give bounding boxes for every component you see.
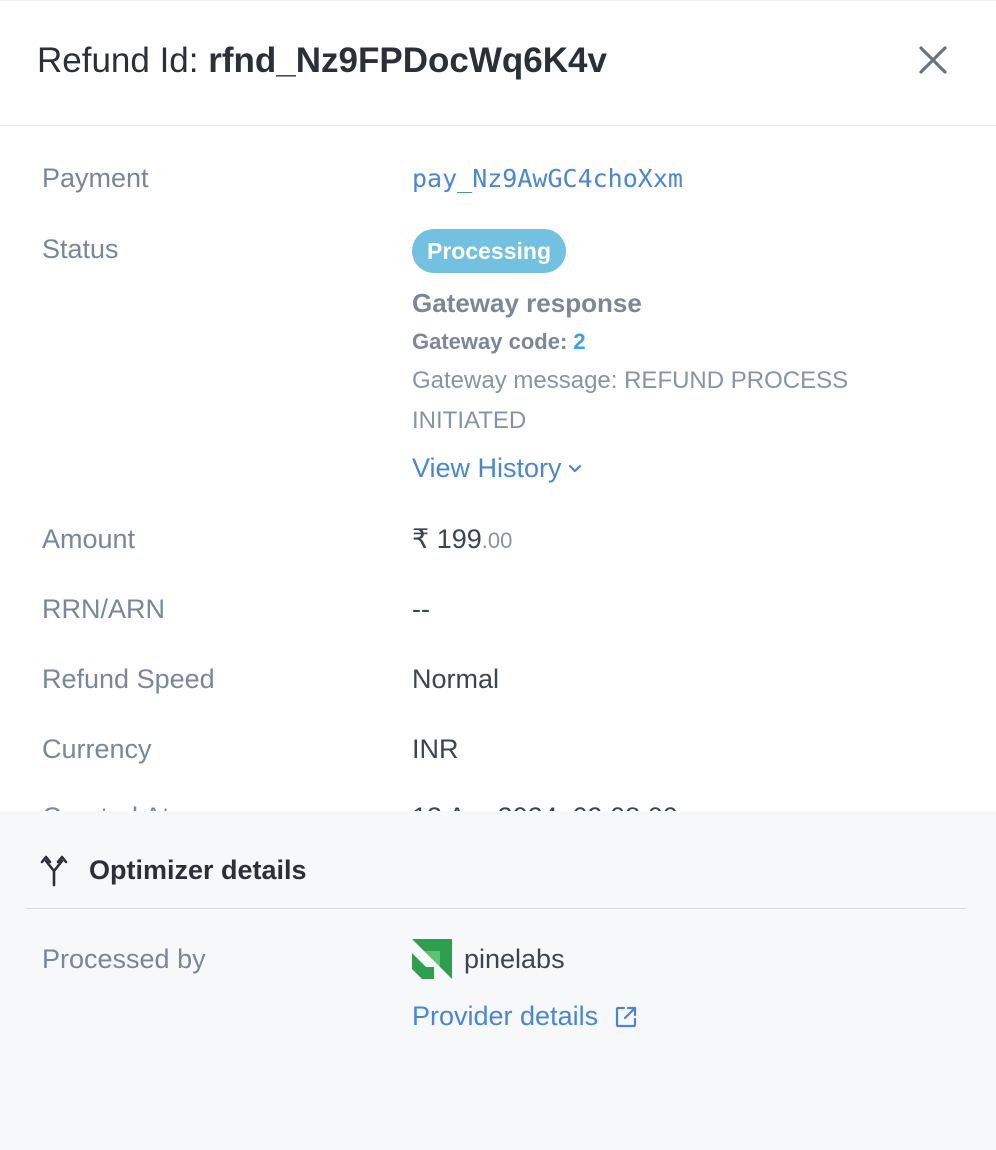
amount-whole: 199 (436, 524, 482, 554)
rrn-value: -- (412, 594, 430, 624)
close-icon (919, 46, 947, 74)
refund-speed-value: Normal (412, 664, 500, 694)
external-link-icon (615, 1006, 637, 1027)
optimizer-panel: Optimizer details Processed by pinelabs … (0, 811, 996, 1150)
gateway-code-label: Gateway code: (412, 329, 568, 354)
payment-link[interactable]: pay_Nz9AwGC4choXxm (412, 164, 683, 193)
currency-label: Currency (42, 734, 152, 764)
refund-details: Payment pay_Nz9AwGC4choXxm Status Proces… (0, 126, 996, 811)
provider: pinelabs (412, 939, 565, 979)
close-button[interactable] (912, 39, 954, 81)
created-at-row: Created At 13 Apr 2024, 09:08:00 (0, 802, 996, 811)
optimizer-header: Optimizer details (26, 841, 966, 909)
optimizer-title: Optimizer details (89, 855, 307, 885)
payment-label: Payment (42, 163, 149, 193)
rrn-label: RRN/ARN (42, 594, 166, 624)
view-history-label: View History (412, 453, 562, 483)
pinelabs-logo-icon (412, 939, 452, 979)
provider-details-link[interactable]: Provider details (412, 1001, 638, 1032)
gateway-code-value: 2 (573, 329, 586, 354)
gateway-code: Gateway code: 2 (412, 329, 586, 355)
refund-id-value: rfnd_Nz9FPDocWq6K4v (208, 41, 607, 80)
created-at-value: 13 Apr 2024, 09:08:00 (412, 802, 678, 811)
currency-symbol: ₹ (412, 524, 430, 554)
view-history-link[interactable]: View History (412, 453, 582, 484)
modal-header: Refund Id: rfnd_Nz9FPDocWq6K4v (0, 0, 996, 126)
modal-title: Refund Id: rfnd_Nz9FPDocWq6K4v (37, 41, 607, 81)
currency-value: INR (412, 734, 459, 764)
provider-name: pinelabs (464, 943, 565, 974)
chevron-down-icon (568, 464, 581, 472)
created-at-label: Created At (42, 802, 170, 811)
gateway-response-title: Gateway response (412, 288, 642, 318)
status-label: Status (42, 234, 119, 264)
provider-details-label: Provider details (412, 1001, 599, 1031)
refund-speed-label: Refund Speed (42, 664, 215, 694)
status-badge: Processing (412, 229, 566, 273)
amount-value: ₹ 199.00 (412, 524, 512, 555)
amount-decimal: .00 (481, 528, 513, 553)
processed-by-label: Processed by (42, 944, 206, 974)
gateway-message: Gateway message: REFUND PROCESS INITIATE… (412, 367, 849, 434)
route-split-icon (40, 855, 68, 887)
refund-id-label: Refund Id: (37, 41, 199, 80)
amount-label: Amount (42, 524, 136, 554)
